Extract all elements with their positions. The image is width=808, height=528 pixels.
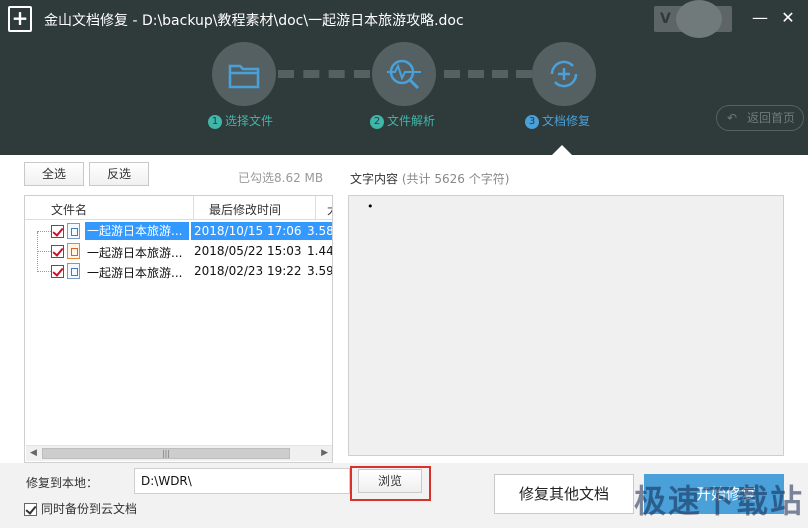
watermark-logo: 极速下载站 bbox=[634, 482, 805, 520]
file-size: 3.59 bbox=[307, 264, 333, 278]
file-modified: 2018/02/23 19:22 bbox=[194, 264, 302, 278]
selected-size-info: 已勾选8.62 MB bbox=[238, 171, 324, 185]
file-name: 一起游日本旅游... bbox=[85, 222, 189, 240]
step-1-label: 1 选择文件 bbox=[208, 112, 273, 129]
doc-file-icon bbox=[67, 263, 80, 279]
step-select-file[interactable] bbox=[212, 42, 276, 106]
file-modified: 2018/05/22 15:03 bbox=[194, 244, 302, 258]
content-label: 文字内容 (共计 5626 个字符) bbox=[350, 172, 510, 186]
column-size[interactable]: 大 bbox=[327, 201, 332, 218]
vip-avatar[interactable] bbox=[676, 0, 722, 38]
table-row[interactable]: 一起游日本旅游... 2018/10/15 17:06 3.58 bbox=[25, 221, 332, 241]
row-checkbox[interactable] bbox=[51, 245, 64, 258]
column-modified[interactable]: 最后修改时间 bbox=[209, 201, 281, 218]
restore-path-input[interactable] bbox=[134, 468, 350, 494]
step-3-label: 3 文档修复 bbox=[525, 112, 590, 129]
content-preview[interactable]: • bbox=[348, 195, 784, 456]
file-name: 一起游日本旅游... bbox=[87, 266, 183, 280]
scroll-right-icon[interactable]: ▶ bbox=[321, 448, 328, 458]
column-filename[interactable]: 文件名 bbox=[51, 201, 87, 218]
row-checkbox[interactable] bbox=[51, 225, 64, 238]
ppt-file-icon bbox=[67, 243, 80, 259]
back-home-button[interactable]: ↶ 返回首页 bbox=[716, 105, 804, 131]
doc-file-icon bbox=[67, 223, 80, 239]
step-2-label: 2 文件解析 bbox=[370, 112, 435, 129]
list-header: 文件名 最后修改时间 大 bbox=[25, 196, 332, 220]
table-row[interactable]: 一起游日本旅游... 2018/05/22 15:03 1.44 bbox=[25, 241, 333, 261]
cloud-backup-checkbox[interactable] bbox=[24, 503, 37, 516]
repair-icon bbox=[550, 60, 578, 88]
row-checkbox[interactable] bbox=[51, 265, 64, 278]
active-step-pointer bbox=[552, 145, 572, 155]
invert-selection-button[interactable]: 反选 bbox=[89, 162, 149, 186]
file-name: 一起游日本旅游... bbox=[87, 246, 183, 260]
minimize-icon[interactable]: — bbox=[750, 8, 770, 28]
file-list[interactable]: 文件名 最后修改时间 大 一起游日本旅游... 2018/10/15 17:06… bbox=[24, 195, 333, 463]
table-row[interactable]: 一起游日本旅游... 2018/02/23 19:22 3.59 bbox=[25, 261, 333, 281]
browse-button[interactable]: 浏览 bbox=[358, 469, 422, 493]
step-connector bbox=[444, 70, 532, 78]
repair-other-button[interactable]: 修复其他文档 bbox=[494, 474, 634, 514]
file-size: 1.44 bbox=[307, 244, 333, 258]
scroll-thumb[interactable]: ||| bbox=[42, 448, 290, 459]
close-icon[interactable]: ✕ bbox=[778, 8, 798, 28]
scan-icon bbox=[387, 59, 421, 90]
cloud-backup-option[interactable]: 同时备份到云文档 bbox=[24, 500, 137, 517]
file-modified: 2018/10/15 17:06 bbox=[191, 222, 303, 240]
return-arrow-icon: ↶ bbox=[727, 111, 738, 125]
horizontal-scrollbar[interactable]: ◀ ||| ▶ bbox=[26, 445, 332, 461]
folder-icon bbox=[228, 64, 260, 89]
window-title: 金山文档修复 - D:\backup\教程素材\doc\一起游日本旅游攻略.do… bbox=[44, 13, 464, 29]
step-connector bbox=[278, 70, 370, 78]
content-text: • bbox=[367, 200, 374, 213]
file-size: 3.58 bbox=[303, 222, 332, 240]
step-repair-doc[interactable] bbox=[532, 42, 596, 106]
restore-location-label: 修复到本地： bbox=[26, 476, 99, 490]
select-all-button[interactable]: 全选 bbox=[24, 162, 84, 186]
app-logo-icon: + bbox=[8, 6, 32, 32]
step-parse-file[interactable] bbox=[372, 42, 436, 106]
header: + 金山文档修复 - D:\backup\教程素材\doc\一起游日本旅游攻略.… bbox=[0, 0, 808, 155]
scroll-left-icon[interactable]: ◀ bbox=[30, 448, 37, 458]
